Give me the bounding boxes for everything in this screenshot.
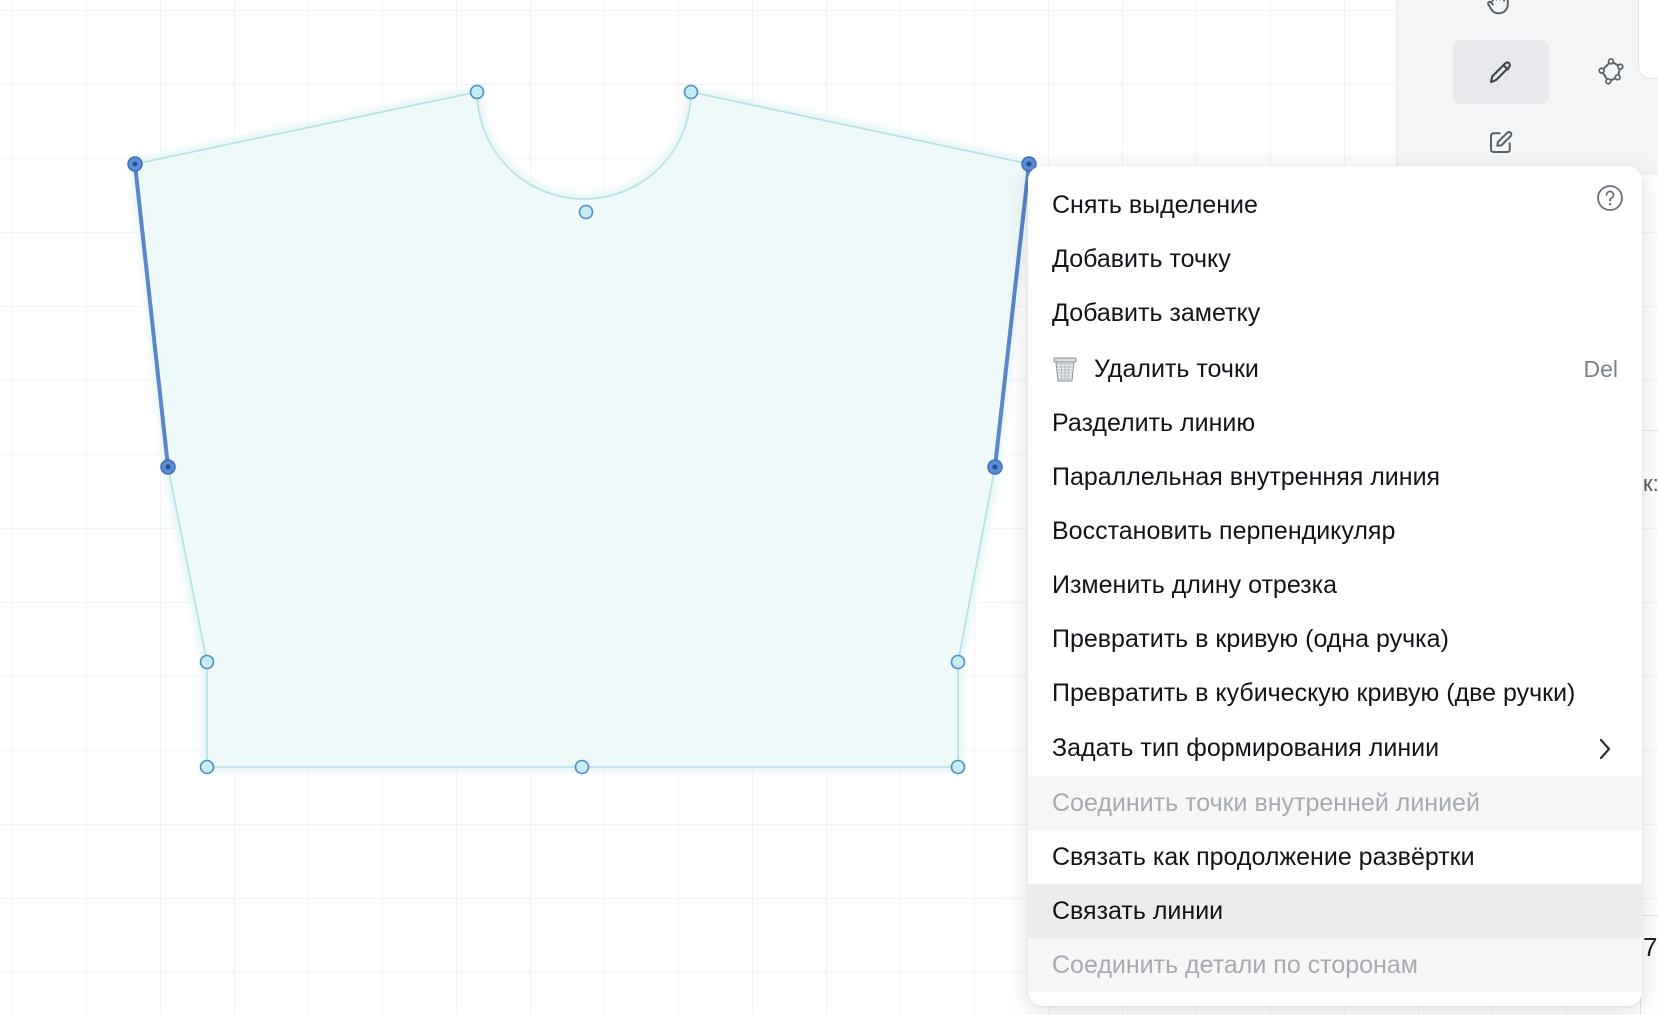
shortcut-label: Del: [1583, 355, 1618, 382]
menu-item-label: Параллельная внутренняя линия: [1052, 462, 1441, 491]
polygon-nodes-icon: [1598, 58, 1624, 85]
menu-item-label: Соединить точки внутренней линией: [1052, 788, 1480, 817]
right-toolbar: [1396, 0, 1658, 175]
menu-item-add-note[interactable]: Добавить заметку: [1028, 286, 1642, 340]
menu-item-change-segment-length[interactable]: Изменить длину отрезка: [1028, 558, 1642, 612]
menu-item-restore-perpendicular[interactable]: Восстановить перпендикуляр: [1028, 504, 1642, 558]
menu-item-label: Разделить линию: [1052, 408, 1256, 437]
control-point[interactable]: [683, 84, 699, 100]
menu-item-label: Превратить в кривую (одна ручка): [1052, 624, 1449, 653]
selected-point[interactable]: [127, 156, 143, 172]
context-menu: Снять выделение Добавить точку Добавить …: [1028, 166, 1642, 1006]
control-point[interactable]: [574, 759, 590, 775]
menu-item-deselect[interactable]: Снять выделение: [1028, 178, 1642, 232]
menu-item-to-cubic-curve[interactable]: Превратить в кубическую кривую (две ручк…: [1028, 666, 1642, 720]
selected-point[interactable]: [160, 459, 176, 475]
menu-item-to-curve[interactable]: Превратить в кривую (одна ручка): [1028, 612, 1642, 666]
side-panel-fragment: 7: [1640, 915, 1658, 1015]
selected-point[interactable]: [987, 459, 1003, 475]
control-point[interactable]: [469, 84, 485, 100]
pencil-icon: [1489, 61, 1511, 84]
menu-item-label: Снять выделение: [1052, 190, 1258, 219]
control-point[interactable]: [199, 759, 215, 775]
pattern-piece[interactable]: [134, 91, 1030, 768]
menu-item-label: Связать линии: [1052, 896, 1224, 925]
menu-item-link-as-continuation[interactable]: Связать как продолжение развёртки: [1028, 830, 1642, 884]
trash-icon: [1053, 357, 1077, 382]
side-panel-fragment: к:: [1640, 430, 1658, 511]
menu-item-parallel-inner-line[interactable]: Параллельная внутренняя линия: [1028, 450, 1642, 504]
menu-item-label: Задать тип формирования линии: [1052, 733, 1440, 762]
menu-item-connect-points-inner-line: Соединить точки внутренней линией: [1028, 776, 1642, 830]
toolbar-edge-panel: [1638, 0, 1658, 79]
pencil-tool-button[interactable]: [1453, 40, 1549, 104]
menu-item-label: Связать как продолжение развёртки: [1052, 842, 1475, 871]
menu-item-delete-points[interactable]: Удалить точки Del: [1028, 342, 1642, 396]
menu-item-label: Удалить точки: [1094, 354, 1259, 383]
edit-tool-button[interactable]: [1453, 110, 1549, 174]
menu-item-label: Добавить точку: [1052, 244, 1231, 273]
menu-item-add-point[interactable]: Добавить точку: [1028, 232, 1642, 286]
control-point[interactable]: [578, 204, 594, 220]
control-point[interactable]: [950, 654, 966, 670]
edit-square-icon: [1490, 131, 1513, 153]
menu-item-label: Восстановить перпендикуляр: [1052, 516, 1396, 545]
hand-icon: [1487, 0, 1509, 15]
menu-item-label: Соединить детали по сторонам: [1052, 950, 1418, 979]
chevron-right-icon: [1599, 738, 1611, 760]
menu-item-split-line[interactable]: Разделить линию: [1028, 396, 1642, 450]
control-point[interactable]: [199, 654, 215, 670]
menu-item-label: Изменить длину отрезка: [1052, 570, 1338, 599]
menu-item-label: Превратить в кубическую кривую (две ручк…: [1052, 678, 1576, 707]
menu-item-set-line-type[interactable]: Задать тип формирования линии: [1028, 721, 1642, 775]
menu-item-link-lines[interactable]: Связать линии: [1028, 884, 1642, 938]
menu-item-join-pieces-by-sides: Соединить детали по сторонам: [1028, 938, 1642, 992]
control-point[interactable]: [950, 759, 966, 775]
hand-tool-button[interactable]: [1451, 0, 1547, 34]
side-panel-value-fragment: 7: [1643, 932, 1658, 962]
menu-item-label: Добавить заметку: [1052, 298, 1261, 327]
side-panel-label-fragment: к:: [1643, 471, 1658, 496]
